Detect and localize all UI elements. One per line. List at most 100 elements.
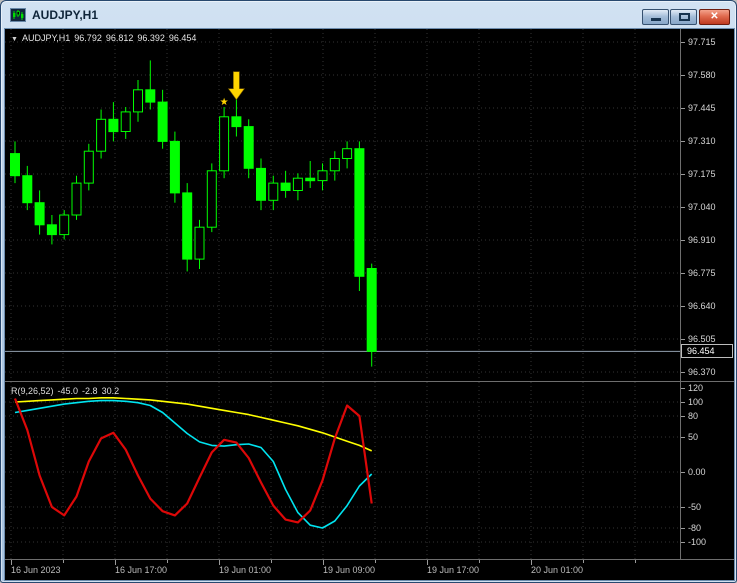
candle-body xyxy=(59,214,70,236)
indicator-name: R(9,26,52) xyxy=(11,386,54,396)
indicator-value-cyan: -2.8 xyxy=(82,386,98,396)
candle-body xyxy=(71,182,82,216)
candle-body xyxy=(354,148,365,277)
price-tick xyxy=(681,273,685,274)
price-scale-label: 97.580 xyxy=(688,70,716,80)
candle-body xyxy=(22,175,33,204)
mt4-chart-window: AUDJPY,H1 ✕ ★ ▼ AUDJPY,H1 96.792 96.812 96.3… xyxy=(0,0,737,583)
time-axis-label: 19 Jun 01:00 xyxy=(219,565,272,575)
candle-body xyxy=(83,150,94,184)
price-scale-label: 96.640 xyxy=(688,301,716,311)
price-scale-label: 96.775 xyxy=(688,268,716,278)
time-tick xyxy=(479,560,480,563)
time-axis-label: 20 Jun 01:00 xyxy=(531,565,584,575)
candle-body xyxy=(342,148,353,159)
candle-body xyxy=(34,202,45,226)
candle-body xyxy=(46,224,57,236)
time-tick xyxy=(167,560,168,563)
chart-window-icon xyxy=(10,8,26,22)
candle-body xyxy=(10,153,20,177)
price-tick xyxy=(681,207,685,208)
time-axis-label: 16 Jun 2023 xyxy=(11,565,61,575)
candle-body xyxy=(292,177,303,191)
main-indicator-divider[interactable] xyxy=(5,381,734,382)
price-tick xyxy=(681,42,685,43)
indicator-scale-label: 120 xyxy=(688,383,704,393)
candle-body xyxy=(280,182,291,192)
close-button[interactable]: ✕ xyxy=(699,9,730,25)
candle-body xyxy=(219,116,230,172)
low-value: 96.392 xyxy=(137,33,165,43)
indicator-scale-label: 80 xyxy=(688,411,699,421)
candle-body xyxy=(120,111,131,133)
indicator-tick xyxy=(681,542,685,543)
candle-body xyxy=(329,158,340,172)
price-tick xyxy=(681,75,685,76)
candle-body xyxy=(243,126,254,169)
time-tick xyxy=(583,560,584,563)
indicator-line-yellow xyxy=(14,397,373,452)
candle-body xyxy=(169,140,180,194)
time-axis-label: 19 Jun 09:00 xyxy=(323,565,376,575)
price-tick xyxy=(681,174,685,175)
price-tick xyxy=(681,372,685,373)
window-titlebar[interactable]: AUDJPY,H1 ✕ xyxy=(1,1,736,29)
candle-body xyxy=(305,177,316,182)
indicator-scale-label: 100 xyxy=(688,397,704,407)
maximize-button[interactable] xyxy=(670,9,697,25)
chart-client-area: ★ ▼ AUDJPY,H1 96.792 96.812 96.392 96.454 R(9… xyxy=(4,28,735,581)
candle-body xyxy=(157,101,168,142)
open-value: 96.792 xyxy=(74,33,102,43)
candle-body xyxy=(145,89,156,103)
indicator-tick xyxy=(681,402,685,403)
close-icon: ✕ xyxy=(710,11,719,22)
indicator-header: R(9,26,52) -45.0 -2.8 30.2 xyxy=(11,386,123,396)
time-tick xyxy=(271,560,272,563)
time-tick xyxy=(375,560,376,563)
indicator-scale-label: -80 xyxy=(688,523,702,533)
price-scale-label: 96.370 xyxy=(688,367,716,377)
candle-body xyxy=(108,118,119,133)
candle-body xyxy=(317,170,328,182)
indicator-tick xyxy=(681,437,685,438)
price-tick xyxy=(681,306,685,307)
current-price-box: 96.454 xyxy=(681,344,733,358)
price-chart-plot[interactable]: ★ xyxy=(5,29,680,381)
price-scale-label: 97.175 xyxy=(688,169,716,179)
candle-body xyxy=(231,116,242,128)
time-tick xyxy=(635,560,636,563)
time-axis[interactable]: 16 Jun 2023 16 Jun 17:00 19 Jun 01:00 19 Ju… xyxy=(5,560,734,580)
indicator-tick xyxy=(681,507,685,508)
candle-body xyxy=(268,182,279,201)
chevron-down-icon[interactable]: ▼ xyxy=(11,36,18,43)
indicator-panel-plot[interactable] xyxy=(5,382,680,559)
indicator-tick xyxy=(681,388,685,389)
indicator-tick xyxy=(681,416,685,417)
ohlc-header: ▼ AUDJPY,H1 96.792 96.812 96.392 96.454 xyxy=(11,33,200,43)
price-scale-label: 97.040 xyxy=(688,202,716,212)
symbol-period-label: AUDJPY,H1 xyxy=(21,33,71,43)
indicator-value-yellow: 30.2 xyxy=(101,386,120,396)
candle-body xyxy=(206,170,217,228)
candle-body xyxy=(133,89,143,113)
indicator-scale-label: -100 xyxy=(688,537,707,547)
indicator-line-red xyxy=(13,398,373,524)
candle-body xyxy=(96,118,107,152)
time-axis-label: 16 Jun 17:00 xyxy=(115,565,168,575)
minimize-icon xyxy=(651,18,661,21)
indicator-value-red: -45.0 xyxy=(57,386,79,396)
price-tick xyxy=(681,141,685,142)
candle-body xyxy=(256,167,266,201)
minimize-button[interactable] xyxy=(642,9,669,25)
candle-body xyxy=(194,226,205,260)
close-value: 96.454 xyxy=(168,33,197,43)
window-title: AUDJPY,H1 xyxy=(32,8,99,22)
indicator-scale[interactable]: 120 100 80 50 0.00 -50 -80 -100 xyxy=(681,382,734,559)
indicator-scale-label: 50 xyxy=(688,432,699,442)
price-tick xyxy=(681,339,685,340)
price-scale-label: 97.310 xyxy=(688,136,716,146)
price-scale[interactable]: 97.715 97.580 97.445 97.310 97.175 97.040 96.9… xyxy=(681,29,734,381)
candle-body xyxy=(366,268,377,352)
indicator-tick xyxy=(681,472,685,473)
indicator-scale-label: -50 xyxy=(688,502,702,512)
